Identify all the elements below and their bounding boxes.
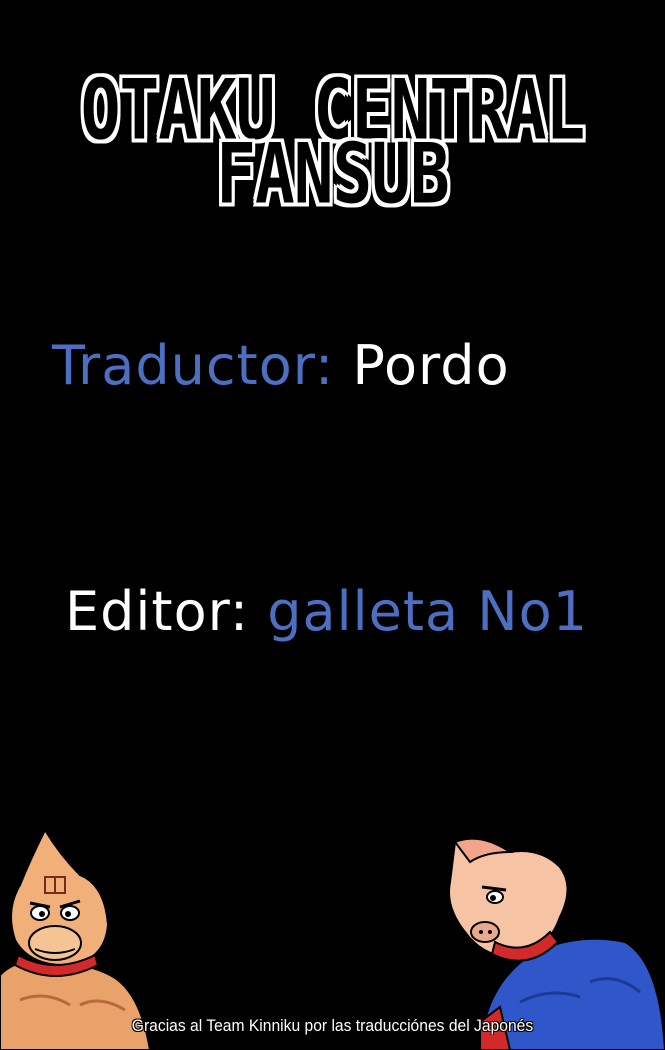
editor-label: Editor:	[65, 580, 250, 643]
translator-credit: Traductor: Pordo	[52, 334, 510, 397]
translator-label: Traductor:	[52, 334, 335, 397]
translator-name: Pordo	[352, 334, 510, 397]
thanks-footer: Gracias al Team Kinniku por las traducci…	[131, 1016, 534, 1035]
editor-credit: Editor: galleta No1	[65, 580, 588, 643]
credits-page: OTAKU CENTRAL FANSUB Traductor: Pordo Ed…	[0, 0, 665, 1050]
editor-name: galleta No1	[267, 580, 589, 643]
fansub-title-line-2: FANSUB	[216, 126, 449, 223]
